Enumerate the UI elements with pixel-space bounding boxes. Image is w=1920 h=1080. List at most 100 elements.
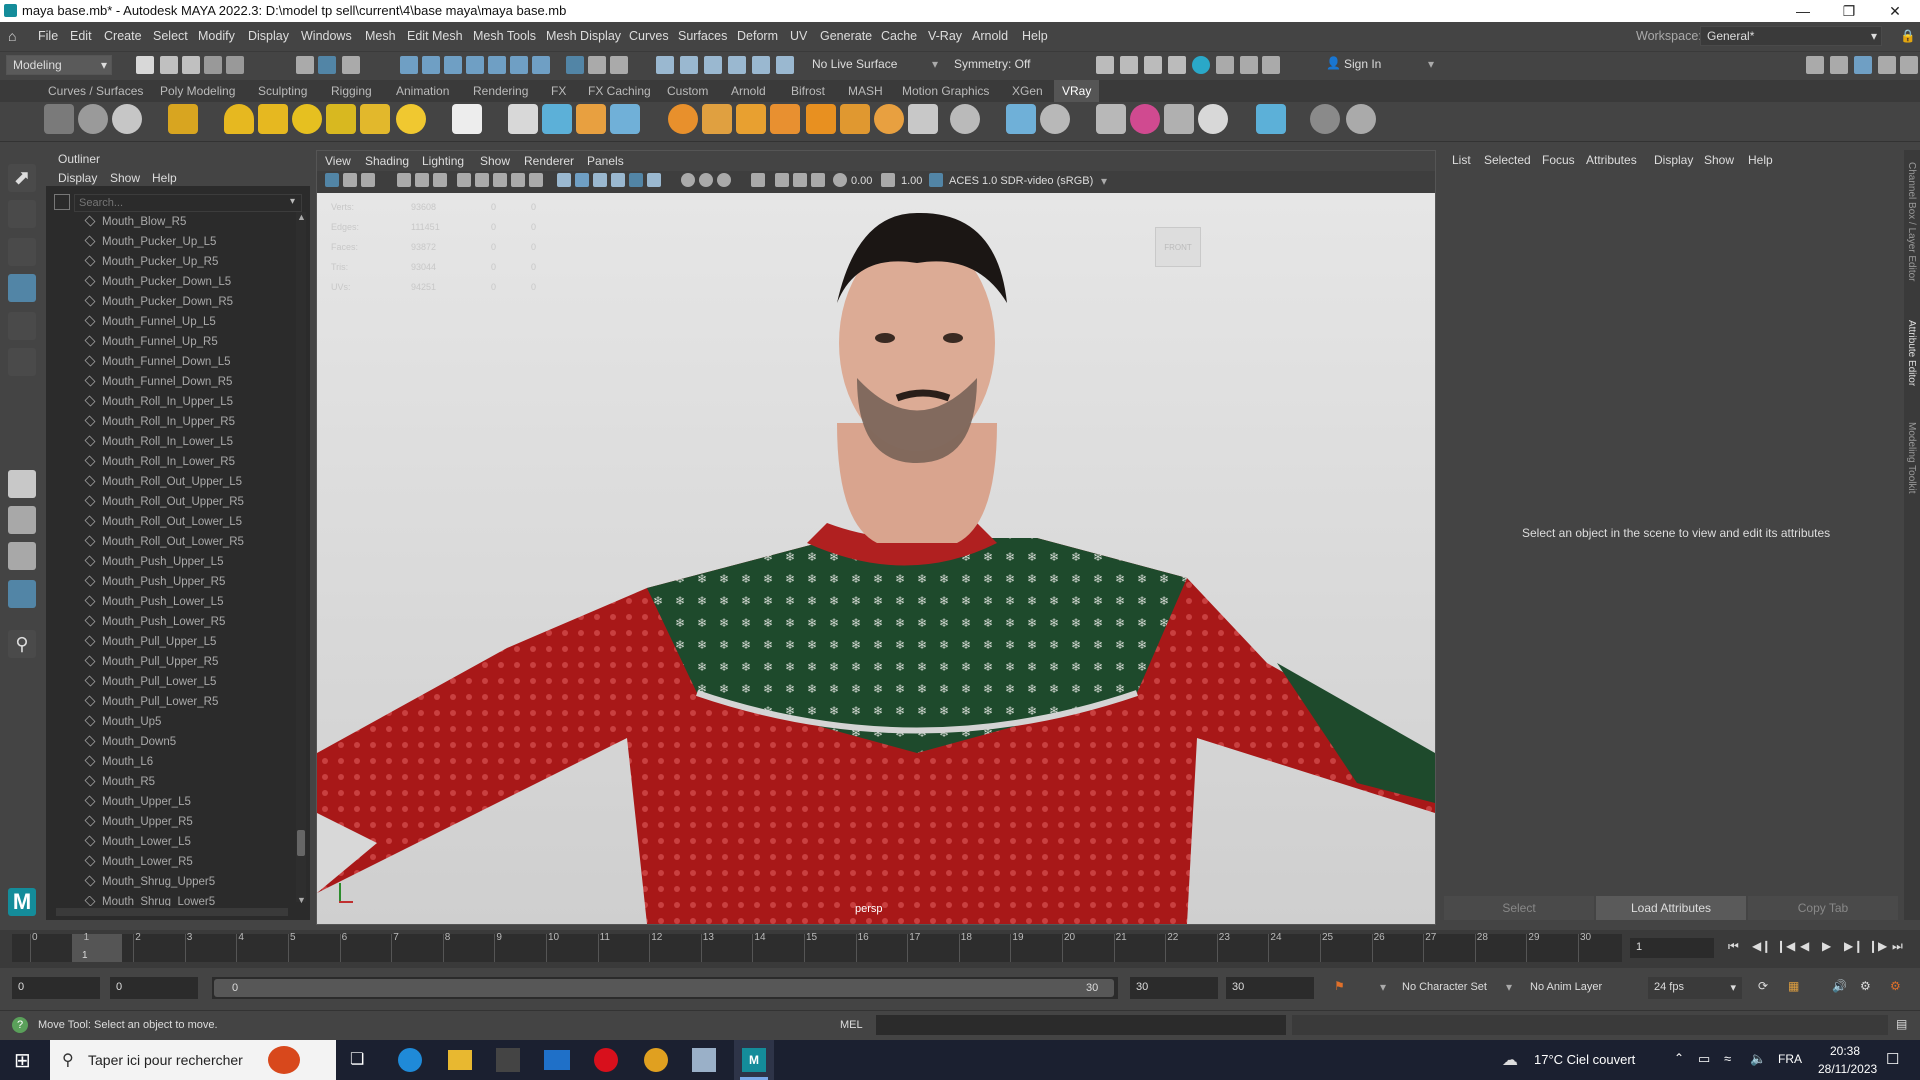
outliner-scrollbar[interactable] <box>296 212 306 902</box>
outliner-item[interactable]: Mouth_Roll_In_Upper_R5 <box>84 415 235 434</box>
chaos-cosmos-icon[interactable] <box>1310 104 1340 134</box>
outliner-menu-display[interactable]: Display <box>58 171 97 185</box>
outliner-search-input[interactable] <box>74 194 302 212</box>
chevron-down-icon[interactable]: ▾ <box>1506 980 1512 994</box>
snap-view-icon[interactable] <box>488 56 506 74</box>
chevron-down-icon[interactable]: ▾ <box>1101 174 1107 188</box>
go-to-start-icon[interactable]: ⏮ <box>1728 939 1739 954</box>
sign-in-button[interactable]: Sign In <box>1344 57 1381 71</box>
modeling-toolkit-icon[interactable] <box>1806 56 1824 74</box>
vray-vision-icon[interactable] <box>1346 104 1376 134</box>
weather-text[interactable]: 17°C Ciel couvert <box>1534 1052 1635 1067</box>
outliner-menu-show[interactable]: Show <box>110 171 140 185</box>
outliner-item[interactable]: Mouth_Push_Upper_L5 <box>84 555 223 574</box>
snap-surface-icon[interactable] <box>532 56 550 74</box>
outliner-item[interactable]: Mouth_L6 <box>84 755 153 774</box>
tab-attribute-editor[interactable]: Attribute Editor <box>1906 320 1917 386</box>
scene-view[interactable]: Verts: Edges: Faces: Tris: UVs: 93608 111451 9… <box>317 193 1435 924</box>
file-explorer-icon[interactable] <box>448 1050 472 1070</box>
anim-layer-dropdown[interactable]: No Anim Layer <box>1530 981 1602 993</box>
snap-curve-icon[interactable] <box>422 56 440 74</box>
camera-attributes-icon[interactable] <box>343 173 357 187</box>
outliner-item[interactable]: Mouth_Up5 <box>84 715 161 734</box>
menu-file[interactable]: File <box>38 29 58 43</box>
chevron-down-icon[interactable]: ▾ <box>932 57 938 71</box>
scale-tool-icon[interactable] <box>8 348 36 376</box>
outliner-item[interactable]: Mouth_Pull_Lower_R5 <box>84 695 218 714</box>
command-input[interactable] <box>876 1015 1286 1035</box>
outliner-item[interactable]: Mouth_Pucker_Up_L5 <box>84 235 216 254</box>
outliner-item[interactable]: Mouth_Push_Upper_R5 <box>84 575 225 594</box>
outliner-item[interactable]: Mouth_Down5 <box>84 735 176 754</box>
vray-fur-icon[interactable] <box>576 104 606 134</box>
vray-asset-editor-icon[interactable] <box>44 104 74 134</box>
menu-arnold[interactable]: Arnold <box>972 29 1008 43</box>
menu-deform[interactable]: Deform <box>737 29 778 43</box>
scroll-up-icon[interactable]: ▲ <box>297 212 306 222</box>
grid-toggle-icon[interactable] <box>457 173 471 187</box>
vray-grass-icon[interactable] <box>736 104 766 134</box>
xray-icon[interactable] <box>775 173 789 187</box>
select-tool-icon[interactable]: ⬈ <box>8 164 36 192</box>
outliner-hscrollbar[interactable] <box>56 908 288 916</box>
snap-grid-icon[interactable] <box>400 56 418 74</box>
outliner-filter-icon[interactable] <box>54 194 70 210</box>
xray-joints-icon[interactable] <box>793 173 807 187</box>
vray-fog-icon[interactable] <box>874 104 904 134</box>
outliner-item[interactable]: Mouth_Push_Lower_L5 <box>84 595 223 614</box>
shelf-tab-xgen[interactable]: XGen <box>1012 84 1043 98</box>
outliner-item[interactable]: Mouth_Blow_R5 <box>84 215 186 234</box>
workspace-dropdown[interactable]: General* ▾ <box>1700 26 1882 46</box>
outliner-item[interactable]: Mouth_Pucker_Down_R5 <box>84 295 233 314</box>
playback-end-field[interactable]: 30 <box>1130 977 1218 999</box>
gamma-field[interactable]: 1.00 <box>901 175 922 187</box>
exposure-field[interactable]: 0.00 <box>851 175 872 187</box>
four-view-icon[interactable] <box>8 506 36 534</box>
outliner-item[interactable]: Mouth_Roll_In_Upper_L5 <box>84 395 233 414</box>
lock-icon[interactable]: 🔒 <box>1900 29 1916 44</box>
character-model[interactable]: ❄ <box>317 193 1435 924</box>
use-all-lights-icon[interactable] <box>629 173 643 187</box>
shelf-tab-poly-modeling[interactable]: Poly Modeling <box>160 84 235 98</box>
vray-sphere-light-icon[interactable] <box>292 104 322 134</box>
tray-chevron-icon[interactable]: ⌃ <box>1674 1051 1684 1065</box>
fps-dropdown[interactable]: 24 fps ▾ <box>1648 977 1742 999</box>
film-gate-icon[interactable] <box>475 173 489 187</box>
shelf-tab-curves-surfaces[interactable]: Curves / Surfaces <box>48 84 143 98</box>
menu-create[interactable]: Create <box>104 29 142 43</box>
shelf-tab-fx-caching[interactable]: FX Caching <box>588 84 651 98</box>
viewport-menu-renderer[interactable]: Renderer <box>524 154 574 168</box>
render-sequence-icon[interactable] <box>1120 56 1138 74</box>
menu-select[interactable]: Select <box>153 29 188 43</box>
vray-rect-light-icon[interactable] <box>258 104 288 134</box>
wifi-icon[interactable]: ≈ <box>1724 1051 1731 1066</box>
menu-modify[interactable]: Modify <box>198 29 235 43</box>
outliner-item[interactable]: Mouth_Upper_L5 <box>84 795 191 814</box>
live-surface-label[interactable]: No Live Surface <box>812 57 897 71</box>
vray-clipper-icon[interactable] <box>702 104 732 134</box>
sound-icon[interactable]: 🔊 <box>1832 979 1847 993</box>
save-scene-icon[interactable] <box>182 56 200 74</box>
notifications-icon[interactable]: ☐ <box>1886 1050 1899 1068</box>
outliner-item[interactable]: Mouth_Roll_In_Lower_R5 <box>84 455 235 474</box>
outliner-scroll-thumb[interactable] <box>297 830 305 856</box>
loop-icon[interactable]: ⟳ <box>1758 979 1768 993</box>
soft-select-icon[interactable] <box>776 56 794 74</box>
outliner-item[interactable]: Mouth_Funnel_Down_R5 <box>84 375 232 394</box>
vray-settings-gear-icon[interactable] <box>950 104 980 134</box>
clock-time[interactable]: 20:38 <box>1830 1044 1860 1058</box>
shelf-tab-vray[interactable]: VRay <box>1054 80 1100 102</box>
vray-decal-icon[interactable] <box>770 104 800 134</box>
wireframe-icon[interactable] <box>557 173 571 187</box>
outliner-item[interactable]: Mouth_Roll_Out_Upper_L5 <box>84 475 242 494</box>
menu-edit-mesh[interactable]: Edit Mesh <box>407 29 463 43</box>
open-scene-icon[interactable] <box>160 56 178 74</box>
menu-uv[interactable]: UV <box>790 29 807 43</box>
outliner-item[interactable]: Mouth_Pucker_Down_L5 <box>84 275 231 294</box>
taskbar-search[interactable]: ⚲ Taper ici pour rechercher <box>50 1040 336 1080</box>
pause-icon[interactable] <box>1262 56 1280 74</box>
vray-extras-icon[interactable] <box>1256 104 1286 134</box>
outliner-item[interactable]: Mouth_Funnel_Up_L5 <box>84 315 216 334</box>
hypershade-icon[interactable] <box>1192 56 1210 74</box>
outliner-item[interactable]: Mouth_Pull_Lower_L5 <box>84 675 216 694</box>
